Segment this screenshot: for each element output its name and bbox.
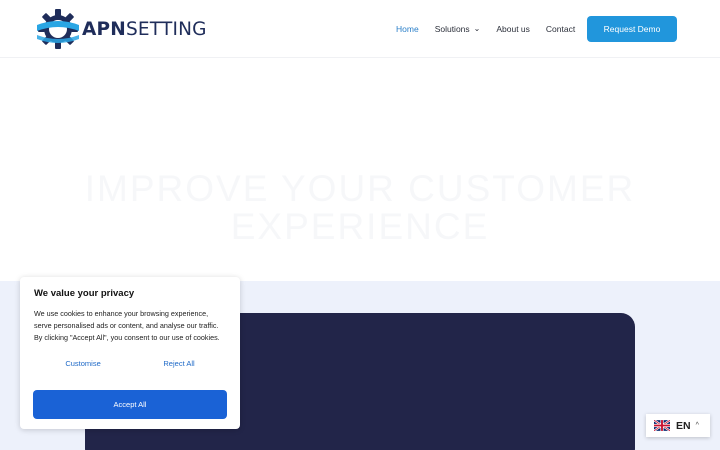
reject-all-button[interactable]: Reject All <box>163 359 194 368</box>
cookie-consent-dialog: We value your privacy We use cookies to … <box>20 277 240 429</box>
site-logo[interactable]: APNSETTING <box>36 8 207 50</box>
customise-button[interactable]: Customise <box>65 359 100 368</box>
cookie-title: We value your privacy <box>34 288 135 299</box>
request-demo-button[interactable]: Request Demo <box>587 16 677 42</box>
caret-up-icon: ^ <box>695 422 699 429</box>
gear-logo-icon <box>37 9 79 49</box>
logo-text-part2: SETTING <box>125 18 207 40</box>
accept-all-button[interactable]: Accept All <box>33 390 227 419</box>
logo-wordmark: APNSETTING <box>82 19 207 40</box>
language-switcher[interactable]: EN ^ <box>646 414 710 437</box>
uk-flag-icon <box>654 420 670 431</box>
hero-title: IMPROVE YOUR CUSTOMER EXPERIENCE <box>60 170 660 246</box>
site-header: APNSETTING Home Solutions ⌄ About us Cont… <box>0 0 720 58</box>
nav-item-solutions-label: Solutions <box>434 24 470 34</box>
nav-item-about[interactable]: About us <box>496 24 530 34</box>
language-code: EN <box>676 419 691 432</box>
nav-item-home[interactable]: Home <box>396 24 419 34</box>
main-nav: Home Solutions ⌄ About us Contact <box>396 0 591 58</box>
nav-item-solutions[interactable]: Solutions ⌄ <box>435 24 481 34</box>
cookie-secondary-actions: Customise Reject All <box>34 359 226 368</box>
nav-item-contact[interactable]: Contact <box>546 24 575 34</box>
hero-title-line2: EXPERIENCE <box>230 206 490 247</box>
hero-section: IMPROVE YOUR CUSTOMER EXPERIENCE <box>0 58 720 281</box>
chevron-down-icon: ⌄ <box>473 24 481 33</box>
logo-text-part1: APN <box>82 18 126 40</box>
hero-title-line1: IMPROVE YOUR CUSTOMER <box>84 168 636 209</box>
cookie-body-text: We use cookies to enhance your browsing … <box>34 309 220 342</box>
